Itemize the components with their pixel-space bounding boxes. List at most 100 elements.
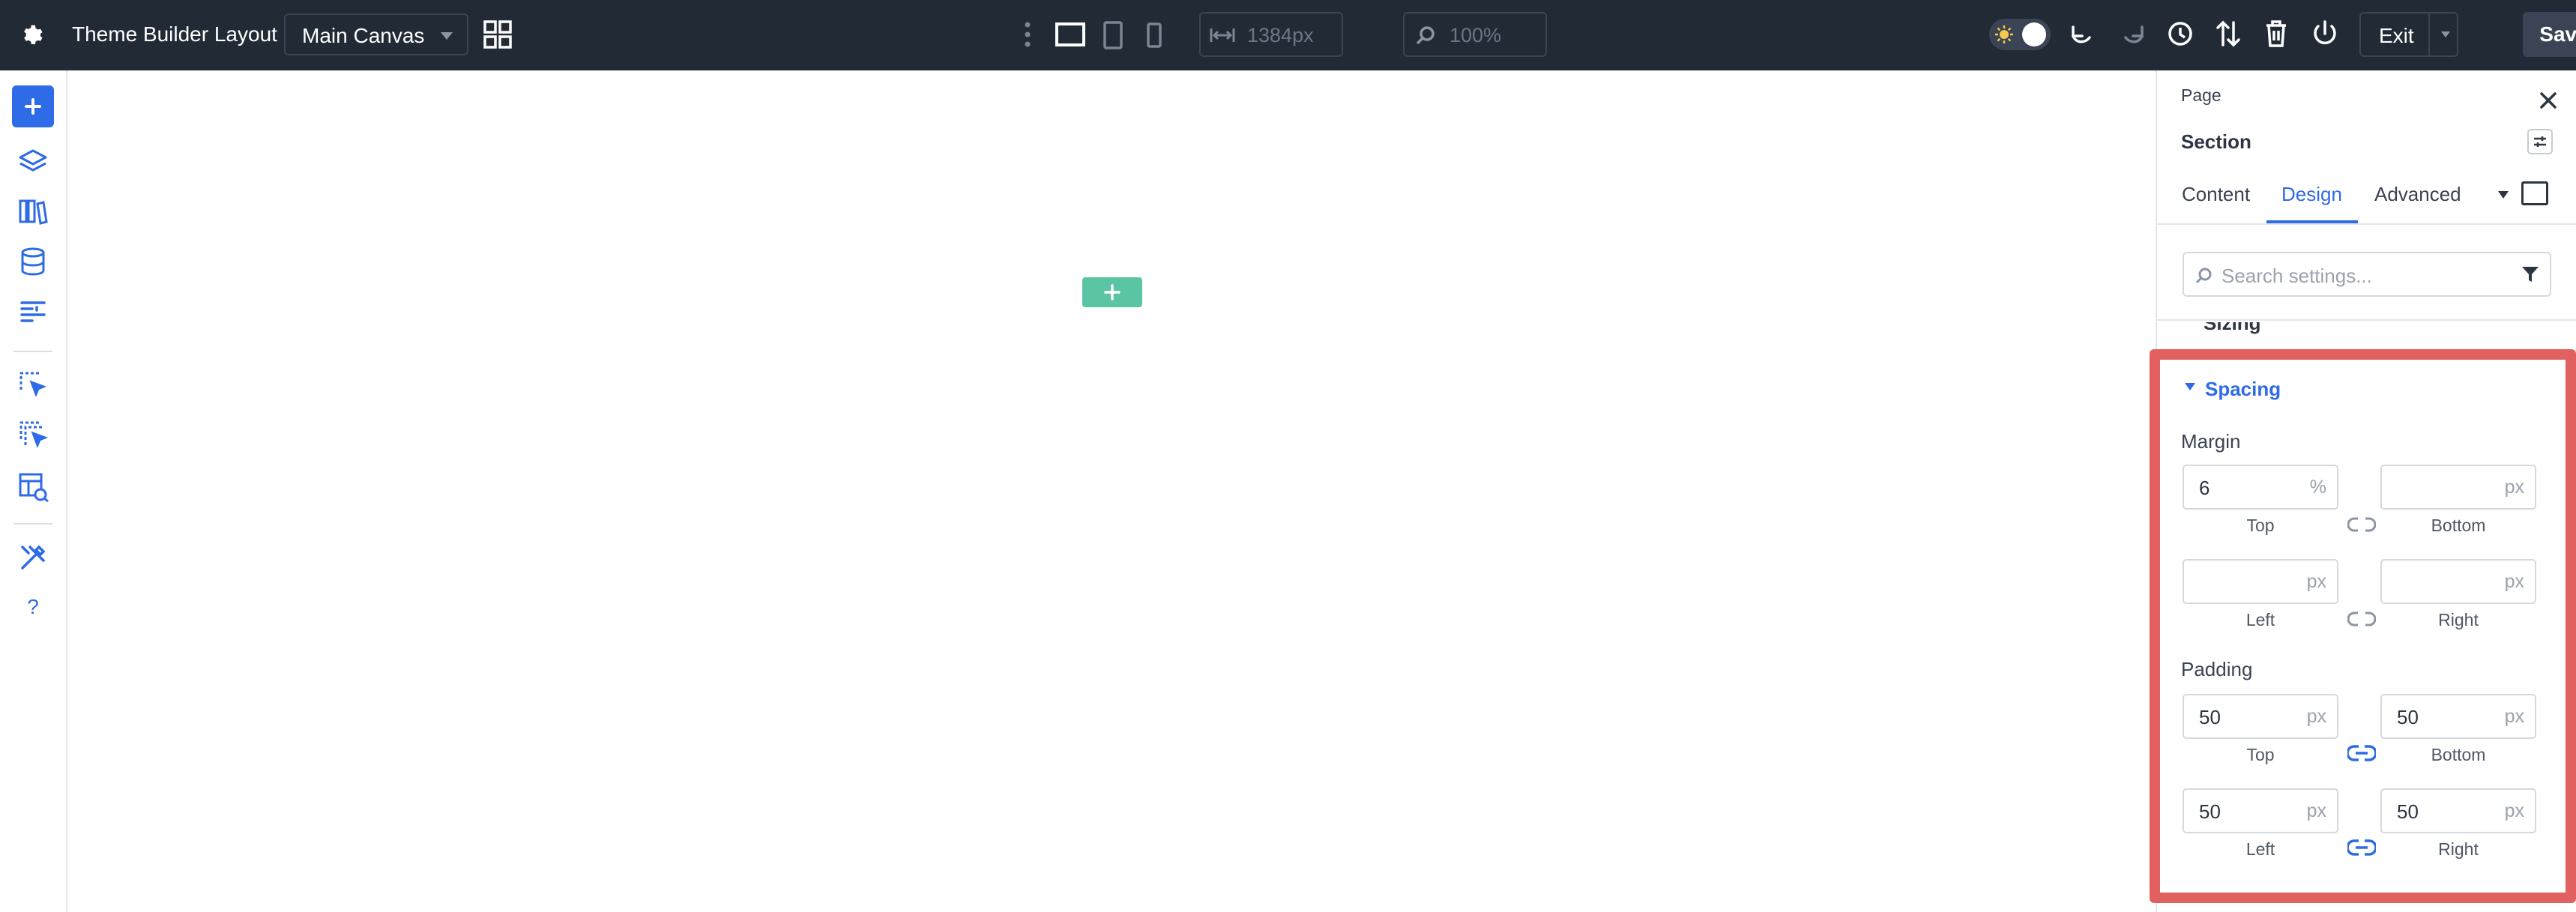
tools-icon[interactable] xyxy=(19,544,46,571)
library-icon[interactable] xyxy=(18,198,48,225)
padding-top-input[interactable]: 50 px xyxy=(2183,694,2338,739)
margin-top-unit[interactable]: % xyxy=(2310,477,2326,498)
desktop-icon[interactable] xyxy=(1055,22,1085,48)
preset-icon[interactable] xyxy=(2521,181,2548,205)
margin-top-input[interactable]: 6 % xyxy=(2183,465,2338,510)
caret-down-icon[interactable] xyxy=(2497,190,2509,199)
padding-bottom-unit[interactable]: px xyxy=(2505,706,2524,728)
main-canvas[interactable] xyxy=(67,70,2156,912)
padding-left-input[interactable]: 50 px xyxy=(2183,788,2338,833)
sizing-group-title: Sizing xyxy=(2204,322,2261,334)
trash-icon[interactable] xyxy=(2265,19,2287,48)
canvas-select[interactable]: Main Canvas xyxy=(284,13,468,55)
power-icon[interactable] xyxy=(2311,19,2338,48)
tab-design[interactable]: Design xyxy=(2281,183,2342,206)
padding-left-value: 50 xyxy=(2199,800,2221,823)
layers-icon[interactable] xyxy=(18,148,48,175)
sidebar-divider xyxy=(13,523,52,525)
margin-left-input[interactable]: px xyxy=(2183,559,2338,604)
more-vertical-icon[interactable] xyxy=(1024,21,1031,48)
tabs-divider xyxy=(2157,223,2576,225)
margin-right-label: Right xyxy=(2438,610,2479,629)
margin-right-unit[interactable]: px xyxy=(2505,571,2524,593)
page-settings-icon[interactable] xyxy=(19,300,46,324)
template-search-icon[interactable] xyxy=(18,472,49,502)
unlink-icon[interactable] xyxy=(2347,516,2376,534)
padding-left-label: Left xyxy=(2245,839,2275,859)
plus-icon xyxy=(1104,284,1120,301)
database-icon[interactable] xyxy=(19,247,46,276)
breadcrumb[interactable]: Page xyxy=(2181,85,2221,106)
panel-options-icon[interactable] xyxy=(2527,129,2553,154)
unlink-icon[interactable] xyxy=(2347,610,2376,628)
exit-divider xyxy=(2428,13,2430,55)
canvas-select-value: Main Canvas xyxy=(302,24,425,47)
margin-bottom-input[interactable]: px xyxy=(2380,465,2536,510)
save-button-label: Save xyxy=(2539,22,2576,46)
padding-bottom-label: Bottom xyxy=(2431,745,2486,764)
padding-top-label: Top xyxy=(2246,745,2275,764)
tablet-icon[interactable] xyxy=(1103,21,1123,49)
padding-right-unit[interactable]: px xyxy=(2505,800,2524,822)
phone-icon[interactable] xyxy=(1147,22,1162,48)
padding-right-input[interactable]: 50 px xyxy=(2380,788,2536,833)
exit-button[interactable]: Exit xyxy=(2359,12,2458,57)
width-arrows-icon xyxy=(1210,27,1235,43)
padding-right-value: 50 xyxy=(2397,800,2419,823)
margin-top-value: 6 xyxy=(2199,477,2210,499)
zoom-value: 100% xyxy=(1450,24,1502,46)
undo-icon[interactable] xyxy=(2070,21,2096,46)
padding-left-unit[interactable]: px xyxy=(2307,800,2326,822)
sun-icon xyxy=(1995,25,2013,43)
add-module-button[interactable] xyxy=(12,85,54,127)
add-section-button[interactable] xyxy=(1082,277,1142,307)
link-icon[interactable] xyxy=(2347,743,2376,763)
canvas-width-value: 1384px xyxy=(1247,24,1314,46)
settings-panel: Page Section Content Design Advanced Sea… xyxy=(2150,70,2576,912)
exit-button-label: Exit xyxy=(2379,24,2414,47)
grid-layout-icon[interactable] xyxy=(483,19,513,49)
filter-icon[interactable] xyxy=(2521,265,2539,283)
search-icon xyxy=(1415,25,1436,46)
search-placeholder: Search settings... xyxy=(2221,265,2372,287)
margin-bottom-label: Bottom xyxy=(2431,516,2486,535)
search-settings-input[interactable]: Search settings... xyxy=(2183,252,2551,297)
multi-select-icon[interactable] xyxy=(18,420,48,450)
margin-top-label: Top xyxy=(2246,516,2275,535)
sidebar-divider xyxy=(13,351,52,352)
select-element-icon[interactable] xyxy=(18,370,48,400)
arrows-updown-icon[interactable] xyxy=(2215,19,2241,48)
close-icon[interactable] xyxy=(2539,91,2557,109)
margin-left-unit[interactable]: px xyxy=(2307,571,2326,593)
tab-advanced[interactable]: Advanced xyxy=(2374,183,2461,206)
margin-bottom-unit[interactable]: px xyxy=(2505,477,2524,498)
redo-icon[interactable] xyxy=(2120,21,2145,46)
padding-label: Padding xyxy=(2181,658,2253,680)
sizing-group[interactable]: Sizing xyxy=(2157,322,2576,334)
padding-top-unit[interactable]: px xyxy=(2307,706,2326,728)
padding-top-value: 50 xyxy=(2199,706,2221,728)
theme-toggle[interactable] xyxy=(1989,19,2051,50)
chevron-down-icon[interactable] xyxy=(2440,31,2451,38)
caret-down-icon[interactable] xyxy=(2184,382,2196,391)
search-icon xyxy=(2195,267,2212,285)
chevron-down-icon xyxy=(440,31,453,40)
link-icon[interactable] xyxy=(2347,838,2376,857)
gear-icon[interactable] xyxy=(16,20,46,50)
zoom-input[interactable]: 100% xyxy=(1403,12,1547,57)
tab-content[interactable]: Content xyxy=(2182,183,2250,206)
padding-right-label: Right xyxy=(2438,839,2479,859)
clock-icon[interactable] xyxy=(2168,21,2193,46)
margin-right-input[interactable]: px xyxy=(2380,559,2536,604)
canvas-width-input[interactable]: 1384px xyxy=(1199,12,1343,57)
left-sidebar: ? xyxy=(0,70,67,912)
search-divider xyxy=(2157,319,2576,321)
margin-label: Margin xyxy=(2181,430,2241,453)
element-title: Section xyxy=(2181,130,2251,153)
padding-bottom-value: 50 xyxy=(2397,706,2419,728)
save-button[interactable]: Save xyxy=(2523,12,2576,57)
padding-bottom-input[interactable]: 50 px xyxy=(2380,694,2536,739)
top-toolbar: Theme Builder Layout Main Canvas 1384px xyxy=(0,0,2576,70)
help-icon[interactable]: ? xyxy=(21,595,45,619)
spacing-group-title[interactable]: Spacing xyxy=(2205,378,2281,401)
